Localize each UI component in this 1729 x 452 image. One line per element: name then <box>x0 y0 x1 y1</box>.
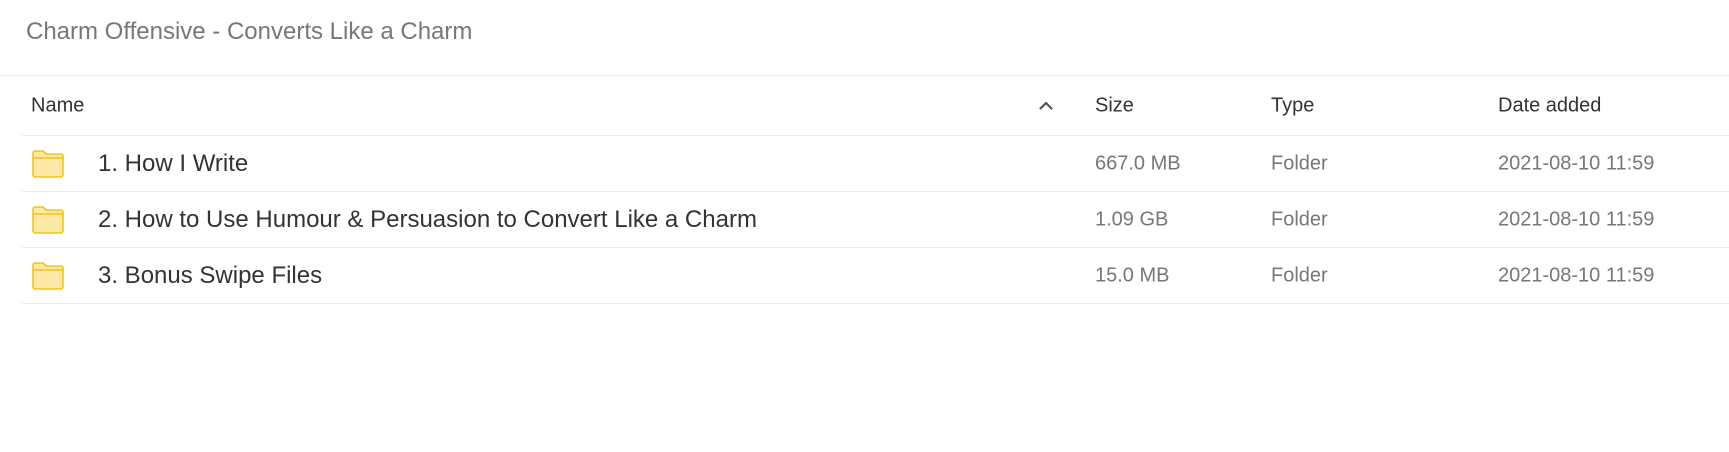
file-type: Folder <box>1271 208 1328 230</box>
folder-name-link[interactable]: 3. Bonus Swipe Files <box>98 262 322 290</box>
file-size: 15.0 MB <box>1095 264 1170 286</box>
title-bar: Charm Offensive - Converts Like a Charm <box>0 0 1729 76</box>
date-added: 2021-08-10 11:59 <box>1498 208 1655 230</box>
table-header: Name Size Type Date added <box>22 76 1729 136</box>
file-type: Folder <box>1271 264 1328 286</box>
file-type: Folder <box>1271 152 1328 174</box>
column-header-type[interactable]: Type <box>1271 94 1314 117</box>
date-added: 2021-08-10 11:59 <box>1498 152 1655 174</box>
folder-name-link[interactable]: 2. How to Use Humour & Persuasion to Con… <box>98 206 757 234</box>
column-header-size[interactable]: Size <box>1095 94 1134 117</box>
folder-icon <box>32 205 64 234</box>
folder-name-link[interactable]: 1. How I Write <box>98 150 248 178</box>
date-added: 2021-08-10 11:59 <box>1498 264 1655 286</box>
column-header-date-added[interactable]: Date added <box>1498 94 1601 117</box>
chevron-up-icon <box>1039 101 1053 110</box>
column-header-name[interactable]: Name <box>31 94 84 117</box>
file-size: 667.0 MB <box>1095 152 1181 174</box>
file-table: Name Size Type Date added 1. How I Write… <box>22 76 1729 304</box>
page-title: Charm Offensive - Converts Like a Charm <box>26 18 473 45</box>
table-row[interactable]: 1. How I Write 667.0 MB Folder 2021-08-1… <box>22 136 1729 192</box>
table-row[interactable]: 2. How to Use Humour & Persuasion to Con… <box>22 192 1729 248</box>
folder-icon <box>32 149 64 178</box>
table-row[interactable]: 3. Bonus Swipe Files 15.0 MB Folder 2021… <box>22 248 1729 304</box>
sort-toggle-button[interactable] <box>1036 96 1056 116</box>
folder-icon <box>32 261 64 290</box>
file-size: 1.09 GB <box>1095 208 1169 230</box>
